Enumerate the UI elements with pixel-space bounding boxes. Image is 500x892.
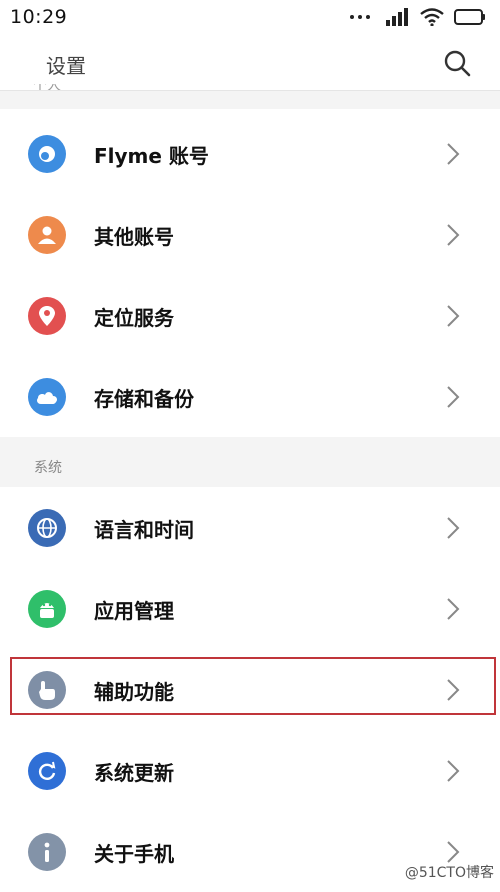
settings-item-label: 语言和时间 bbox=[94, 518, 194, 542]
watermark: @51CTO博客 bbox=[404, 865, 494, 881]
settings-item-language-time[interactable]: 语言和时间 bbox=[0, 488, 500, 568]
location-pin-icon bbox=[28, 297, 66, 335]
settings-item-label: 应用管理 bbox=[94, 599, 174, 623]
title-bar: 设置 bbox=[0, 36, 500, 92]
refresh-icon bbox=[28, 752, 66, 790]
section-label-personal-clip: 个人 bbox=[33, 84, 73, 94]
status-bar: 10:29 bbox=[0, 0, 500, 36]
settings-item-label: 定位服务 bbox=[94, 306, 174, 330]
signal-icon bbox=[386, 8, 408, 26]
search-icon[interactable] bbox=[442, 48, 472, 78]
chevron-right-icon bbox=[447, 841, 460, 863]
section-label-system: 系统 bbox=[34, 460, 62, 476]
section-label-personal: 个人 bbox=[33, 84, 61, 94]
person-icon bbox=[28, 216, 66, 254]
chevron-right-icon bbox=[447, 517, 460, 539]
section-header-system: 系统 bbox=[0, 437, 500, 487]
globe-icon bbox=[28, 509, 66, 547]
settings-item-storage-backup[interactable]: 存储和备份 bbox=[0, 357, 500, 437]
status-time: 10:29 bbox=[10, 6, 68, 28]
android-icon bbox=[28, 590, 66, 628]
flyme-icon bbox=[28, 135, 66, 173]
settings-item-label: 存储和备份 bbox=[94, 387, 194, 411]
settings-item-label: 其他账号 bbox=[94, 225, 174, 249]
settings-item-system-update[interactable]: 系统更新 bbox=[0, 731, 500, 811]
settings-item-label: 关于手机 bbox=[94, 842, 174, 866]
wifi-icon bbox=[420, 8, 444, 26]
chevron-right-icon bbox=[447, 760, 460, 782]
chevron-right-icon bbox=[447, 224, 460, 246]
chevron-right-icon bbox=[447, 143, 460, 165]
page-title: 设置 bbox=[46, 54, 86, 78]
settings-item-location[interactable]: 定位服务 bbox=[0, 276, 500, 356]
title-divider bbox=[0, 90, 500, 91]
highlight-box bbox=[10, 657, 496, 715]
info-icon bbox=[28, 833, 66, 871]
status-icons bbox=[350, 6, 486, 28]
chevron-right-icon bbox=[447, 305, 460, 327]
more-dots-icon bbox=[350, 15, 370, 19]
battery-icon bbox=[454, 9, 485, 25]
cloud-icon bbox=[28, 378, 66, 416]
settings-item-label: Flyme 账号 bbox=[94, 144, 209, 168]
settings-item-other-accounts[interactable]: 其他账号 bbox=[0, 195, 500, 275]
settings-item-flyme-account[interactable]: Flyme 账号 bbox=[0, 114, 500, 194]
section-header-personal bbox=[0, 91, 500, 109]
settings-item-label: 系统更新 bbox=[94, 761, 174, 785]
chevron-right-icon bbox=[447, 598, 460, 620]
settings-item-app-management[interactable]: 应用管理 bbox=[0, 569, 500, 649]
chevron-right-icon bbox=[447, 386, 460, 408]
